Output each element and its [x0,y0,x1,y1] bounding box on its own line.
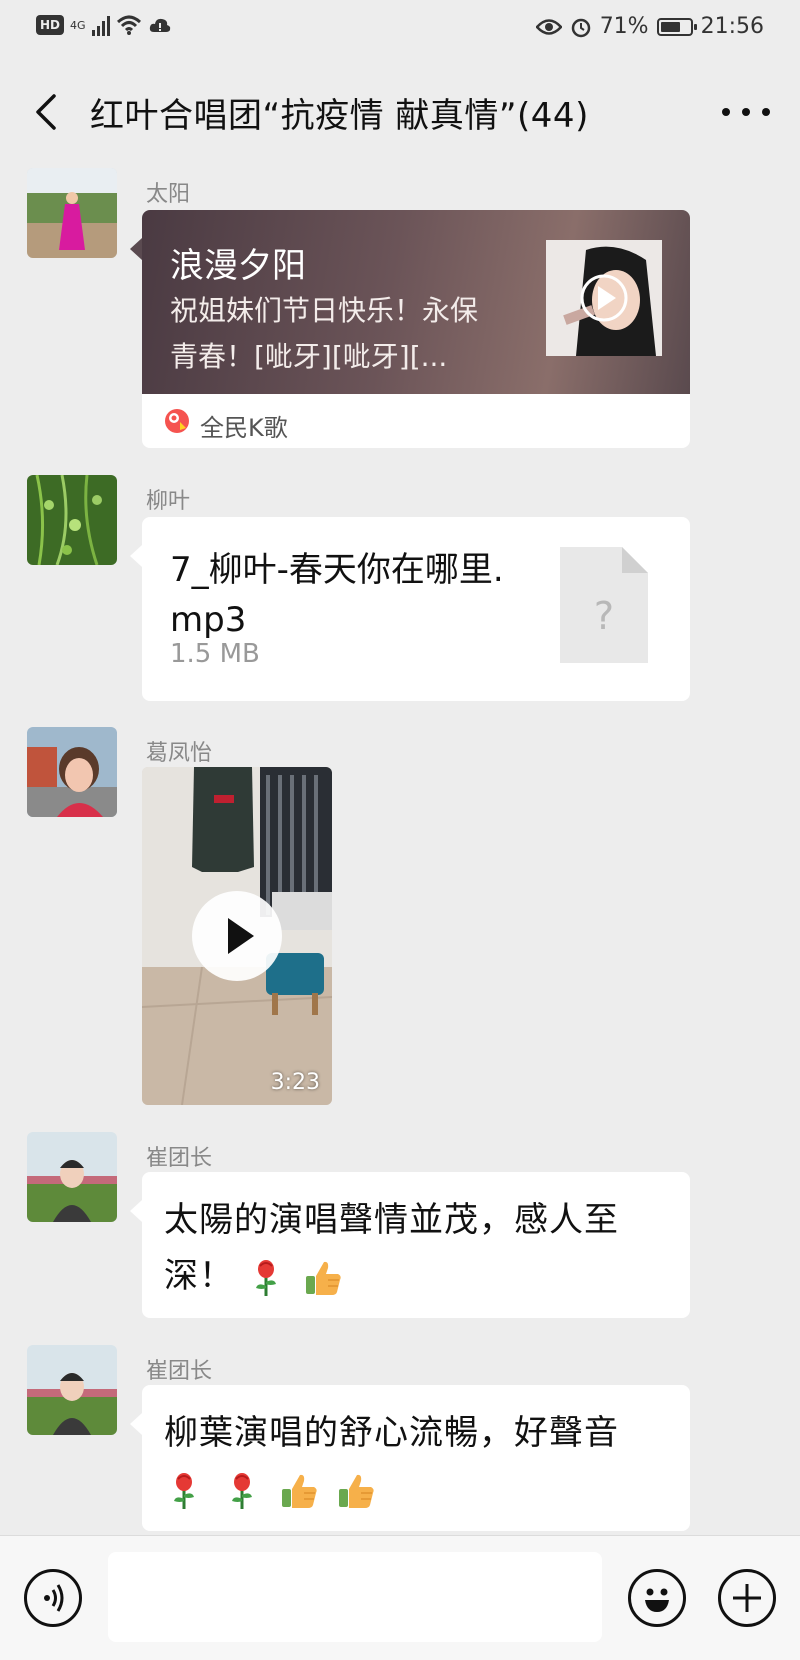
plus-button[interactable] [718,1569,776,1627]
rose-emoji [174,1472,194,1509]
message-content: 柳葉演唱的舒心流暢，好聲音 [164,1405,672,1517]
voice-icon [44,1584,64,1612]
message-content: 太陽的演唱聲情並茂，感人至深！ [164,1192,672,1304]
file-size: 1.5 MB [170,639,260,669]
wifi-icon [116,15,141,35]
play-icon[interactable] [192,891,282,981]
sender-name: 崔团长 [146,1146,213,1171]
rose-emoji [231,1472,252,1509]
card-description: 祝姐妹们节日快乐！永保青春！[呲牙][呲牙][... [170,294,479,373]
eye-icon [535,18,562,35]
card-cover: 浪漫夕阳 祝姐妹们节日快乐！永保青春！[呲牙][呲牙][... [142,210,690,394]
unknown-file-icon: ? [560,547,648,663]
message-text: 柳葉演唱的舒心流暢，好聲音 [164,1413,619,1453]
chevron-left-icon [36,94,56,130]
more-dots-icon[interactable] [722,102,770,122]
file-bubble[interactable]: 7_柳叶-春天你在哪里.mp3 1.5 MB ? [130,517,690,701]
chat-header: 红叶合唱团“抗疫情 献真情”(44) [0,58,800,168]
video-duration: 3:23 [270,1070,320,1095]
battery-icon [656,17,697,36]
chat-title: 红叶合唱团“抗疫情 献真情”(44) [90,96,589,136]
file-name: 7_柳叶-春天你在哪里.mp3 [170,550,504,640]
thumbs-up-emoji [305,1261,341,1295]
kge-logo-icon [165,409,189,433]
card-source: 全民K歌 [142,394,690,448]
text-bubble[interactable]: 太陽的演唱聲情並茂，感人至深！ [130,1172,690,1318]
sender-name: 太阳 [146,182,191,207]
sender-name: 柳叶 [146,489,191,514]
sender-name: 崔团长 [146,1359,213,1384]
avatar[interactable] [27,475,117,565]
back-button[interactable] [22,82,74,142]
voice-button[interactable] [24,1569,82,1627]
rose-emoji [255,1259,276,1296]
alarm-icon [571,18,590,37]
card-title: 浪漫夕阳 [170,246,306,286]
input-bar [0,1535,800,1660]
message-input[interactable] [108,1552,602,1642]
link-card[interactable]: 浪漫夕阳 祝姐妹们节日快乐！永保青春！[呲牙][呲牙][... 全民K歌 [130,210,690,448]
avatar[interactable] [27,1132,117,1222]
cloud-alert-icon [149,18,170,32]
avatar[interactable] [27,1345,117,1435]
network-type: 4G [70,18,86,32]
thumbs-up-emoji [281,1474,317,1508]
status-bar: HD 4G 71% 21:56 [0,0,800,58]
plus-icon [733,1584,761,1612]
status-right: 71% 21:56 [535,14,764,39]
emoji-button[interactable] [628,1569,686,1627]
signal-icon [91,14,110,36]
video-thumbnail[interactable]: 3:23 [142,767,332,1105]
thumbs-up-emoji [339,1474,375,1508]
battery-percent: 71% [599,14,649,39]
clock: 21:56 [700,14,764,39]
hd-badge: HD [36,15,65,35]
avatar[interactable] [27,168,117,258]
text-bubble[interactable]: 柳葉演唱的舒心流暢，好聲音 [130,1385,690,1531]
source-app-name: 全民K歌 [200,414,288,442]
card-thumbnail [546,240,662,356]
message-text: 太陽的演唱聲情並茂，感人至深！ [164,1200,619,1296]
avatar[interactable] [27,727,117,817]
status-left: HD 4G [36,14,172,36]
file-icon-glyph: ? [594,594,614,638]
sender-name: 葛凤怡 [146,741,213,766]
smiley-icon [645,1588,669,1612]
